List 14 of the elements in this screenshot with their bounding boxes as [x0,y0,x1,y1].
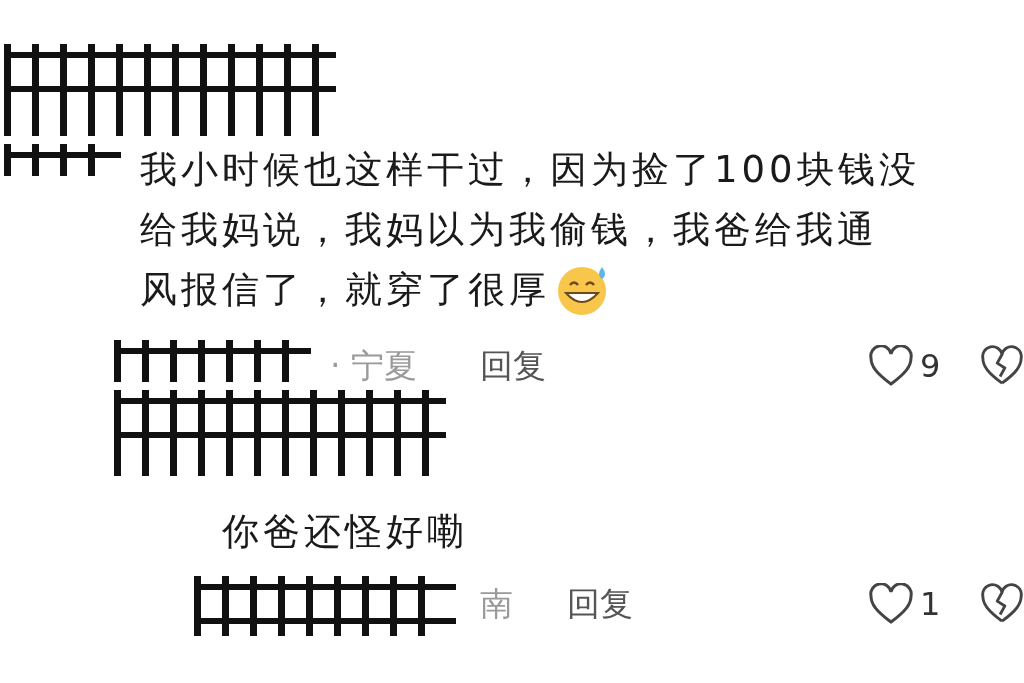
reply-text: 你爸还怪好嘞 [222,509,469,555]
reply-link[interactable]: 回复 [567,581,633,627]
broken-heart-icon[interactable] [980,345,1024,387]
heart-icon[interactable] [868,345,914,387]
comment-text: 给我妈说，我妈以为我偷钱，我爸给我通 [140,207,878,253]
reply-location: 南 [480,582,514,625]
comment-location: · 宁夏 [330,344,418,387]
comment-text: 我小时候也这样干过，因为捡了100块钱没 [140,147,920,193]
reply-link[interactable]: 回复 [480,343,546,389]
broken-heart-icon[interactable] [980,583,1024,625]
like-count: 9 [920,347,942,385]
comment-text: 风报信了，就穿了很厚 [140,267,550,313]
heart-icon[interactable] [868,583,914,625]
like-count: 1 [920,585,942,623]
